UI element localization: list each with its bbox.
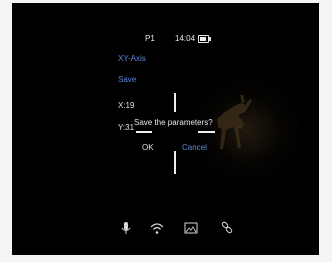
link-icon[interactable] — [219, 220, 235, 236]
wifi-icon[interactable] — [149, 220, 165, 236]
save-dialog-message: Save the parameters? — [134, 118, 213, 127]
ok-button[interactable]: OK — [142, 143, 154, 152]
cancel-button[interactable]: Cancel — [182, 143, 207, 152]
bottom-toolbar — [12, 220, 319, 236]
thermal-view-screen: P1 14:04 XY-Axis Save X:19 Y:31 Save the… — [12, 3, 319, 255]
microphone-icon[interactable] — [118, 220, 134, 236]
image-mode-icon[interactable] — [183, 220, 199, 236]
crosshair-reticle — [136, 93, 215, 174]
